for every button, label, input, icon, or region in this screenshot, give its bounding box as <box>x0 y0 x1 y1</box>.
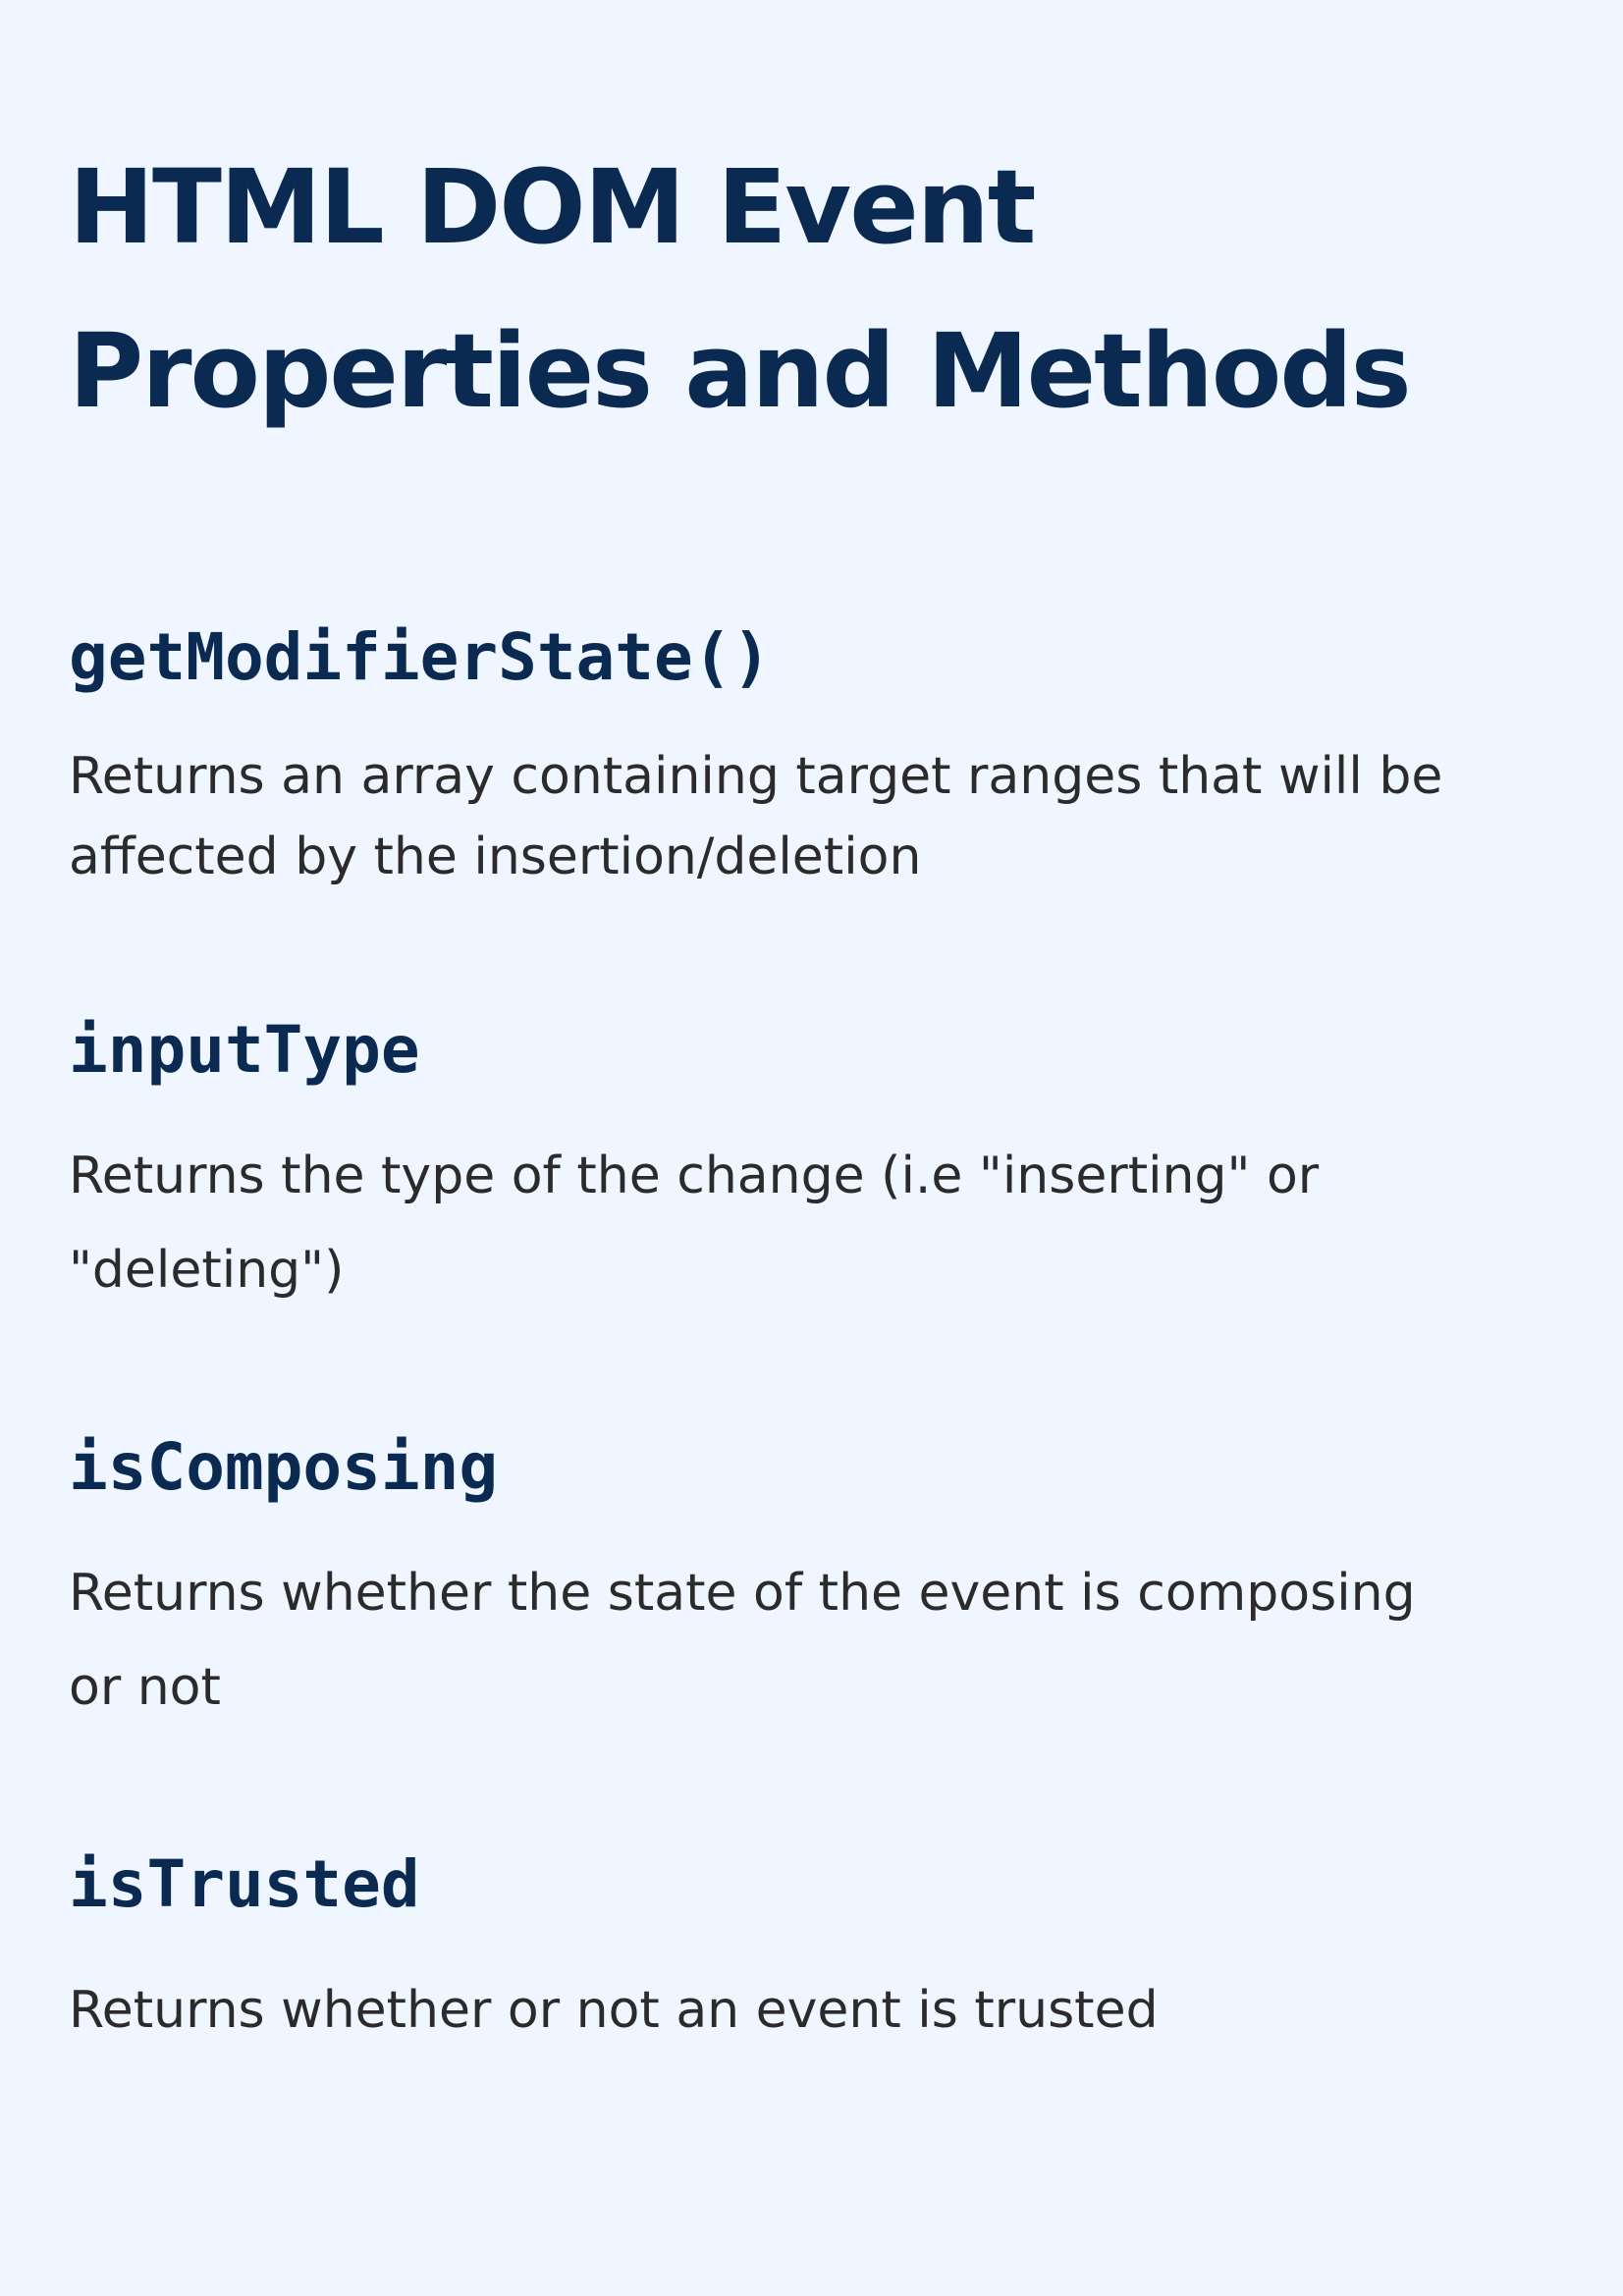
entry-description-line: Returns whether the state of the event i… <box>69 1564 1416 1623</box>
entry-description-line: Returns the type of the change (i.e "ins… <box>69 1147 1320 1205</box>
entry-description: Returns an array containing target range… <box>69 736 1581 897</box>
page-title-line-1: HTML DOM Event <box>69 147 1037 267</box>
entry-description-line: or not <box>69 1658 221 1717</box>
entry-description-line: Returns an array containing target range… <box>69 747 1443 806</box>
entry-name: getModifierState() <box>69 619 772 695</box>
entry-description-line: affected by the insertion/deletion <box>69 828 922 886</box>
entry-description: Returns whether the state of the event i… <box>69 1546 1581 1735</box>
entry-description-line: "deleting") <box>69 1241 345 1300</box>
page-title: HTML DOM Event Properties and Methods <box>69 126 1561 454</box>
entry-name: inputType <box>69 1012 420 1088</box>
entry-description: Returns whether or not an event is trust… <box>69 1963 1581 2057</box>
entry-name: isTrusted <box>69 1846 420 1922</box>
entry-description-line: Returns whether or not an event is trust… <box>69 1981 1159 2040</box>
document-page: HTML DOM Event Properties and Methods ge… <box>0 0 1623 2296</box>
entry-name: isComposing <box>69 1429 499 1505</box>
page-title-line-2: Properties and Methods <box>69 311 1412 431</box>
entry-description: Returns the type of the change (i.e "ins… <box>69 1129 1581 1317</box>
